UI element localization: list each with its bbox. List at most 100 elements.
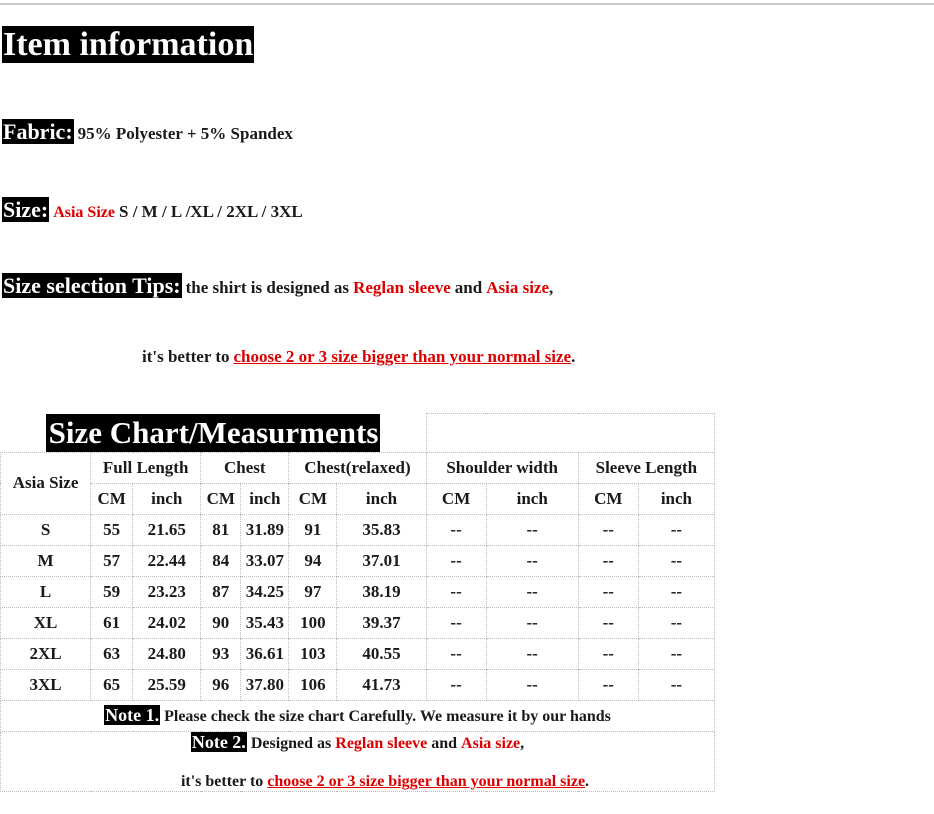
size-label: Size:	[2, 197, 50, 222]
size-tips-line2-suffix: .	[571, 347, 576, 366]
cell-size: 3XL	[0, 668, 92, 701]
size-chart-units-row: CM inch CM inch CM inch CM inch CM inch	[1, 482, 716, 515]
cell-chest-cm: 84	[200, 544, 242, 577]
unit-sleeve-cm: CM	[577, 482, 639, 515]
size-region: Asia Size	[53, 204, 115, 221]
fabric-row: Fabric: 95% Polyester + 5% Spandex	[2, 119, 293, 144]
size-tips-line2-prefix: it's better to	[142, 347, 230, 366]
size-chart-banner-cell: Size Chart/Measurments	[1, 413, 427, 453]
fabric-label: Fabric:	[2, 119, 74, 144]
fabric-value: 95% Polyester + 5% Spandex	[77, 124, 293, 143]
unit-chest-cm: CM	[200, 482, 242, 515]
cell-chest-relaxed-inch: 35.83	[336, 513, 427, 546]
cell-chest-cm: 87	[200, 575, 242, 608]
note-2-highlight-asia: Asia size	[461, 734, 521, 752]
cell-shoulder-inch: --	[485, 544, 579, 577]
cell-sleeve-inch: --	[637, 575, 716, 608]
cell-chest-cm: 93	[200, 637, 242, 670]
page-title-chip: Item information	[2, 26, 255, 63]
cell-full-length-inch: 22.44	[132, 544, 202, 577]
cell-full-length-inch: 25.59	[132, 668, 202, 701]
note-1-text: Please check the size chart Carefully. W…	[164, 708, 611, 726]
cell-full-length-cm: 59	[90, 575, 134, 608]
cell-sleeve-cm: --	[577, 668, 639, 701]
note-1-cell: Note 1. Please check the size chart Caref…	[0, 699, 715, 732]
cell-size: S	[0, 513, 92, 546]
column-header-sleeve-length: Sleeve Length	[577, 451, 716, 484]
cell-full-length-inch: 24.02	[132, 606, 202, 639]
cell-sleeve-cm: --	[577, 513, 639, 546]
cell-chest-relaxed-inch: 41.73	[336, 668, 427, 701]
cell-sleeve-cm: --	[577, 606, 639, 639]
size-tips-highlight-reglan: Reglan sleeve	[353, 278, 451, 297]
page-title: Item information	[2, 26, 255, 64]
cell-sleeve-cm: --	[577, 637, 639, 670]
unit-full-length-inch: inch	[132, 482, 202, 515]
cell-sleeve-inch: --	[637, 544, 716, 577]
cell-chest-cm: 96	[200, 668, 242, 701]
cell-size: 2XL	[0, 637, 92, 670]
note-1-label: Note 1.	[104, 705, 161, 726]
note-2-label: Note 2.	[190, 731, 247, 752]
unit-sleeve-inch: inch	[637, 482, 716, 515]
cell-shoulder-cm: --	[425, 513, 487, 546]
cell-shoulder-cm: --	[425, 575, 487, 608]
cell-chest-inch: 36.61	[240, 637, 290, 670]
cell-shoulder-cm: --	[425, 606, 487, 639]
cell-chest-relaxed-cm: 100	[288, 606, 338, 639]
size-tips-text-1: the shirt is designed as	[185, 278, 350, 297]
cell-chest-inch: 35.43	[240, 606, 290, 639]
cell-chest-inch: 34.25	[240, 575, 290, 608]
note-2-cell: Note 2. Designed as Reglan sleeve and Asia s…	[0, 730, 715, 792]
unit-full-length-cm: CM	[90, 482, 134, 515]
size-tips-highlight-asia: Asia size	[486, 278, 550, 297]
note-2-line2-suffix: .	[585, 772, 590, 790]
cell-full-length-cm: 65	[90, 668, 134, 701]
cell-sleeve-inch: --	[637, 637, 716, 670]
note-2-line2-link[interactable]: choose 2 or 3 size bigger than your norm…	[267, 773, 585, 790]
column-header-chest: Chest	[200, 451, 290, 484]
cell-sleeve-inch: --	[637, 513, 716, 546]
cell-full-length-inch: 23.23	[132, 575, 202, 608]
cell-full-length-inch: 24.80	[132, 637, 202, 670]
cell-sleeve-inch: --	[637, 668, 716, 701]
cell-size: L	[0, 575, 92, 608]
cell-sleeve-inch: --	[637, 606, 716, 639]
cell-shoulder-cm: --	[425, 668, 487, 701]
size-row: Size: Asia Size S / M / L /XL / 2XL / 3XL	[2, 197, 303, 222]
unit-chest-relaxed-cm: CM	[288, 482, 338, 515]
unit-shoulder-inch: inch	[485, 482, 579, 515]
cell-chest-relaxed-cm: 97	[288, 575, 338, 608]
size-chart-banner-spacer	[425, 413, 716, 453]
size-tips-text-2: and	[454, 278, 483, 297]
cell-chest-relaxed-inch: 39.37	[336, 606, 427, 639]
cell-shoulder-cm: --	[425, 544, 487, 577]
table-row: L 59 23.23 87 34.25 97 38.19 -- -- -- --	[0, 575, 716, 608]
cell-sleeve-cm: --	[577, 575, 639, 608]
cell-full-length-cm: 55	[90, 513, 134, 546]
cell-shoulder-inch: --	[485, 606, 579, 639]
size-chart-banner: Size Chart/Measurments	[45, 413, 381, 452]
cell-full-length-cm: 57	[90, 544, 134, 577]
table-row: S 55 21.65 81 31.89 91 35.83 -- -- -- --	[0, 513, 716, 546]
note-2-text-2: and	[431, 734, 458, 752]
note-2-row: Note 2. Designed as Reglan sleeve and Asia s…	[0, 730, 715, 792]
column-header-asia-size: Asia Size	[0, 451, 92, 515]
size-tips-text-3: ,	[549, 278, 554, 297]
size-chart-header-row: Asia Size Full Length Chest Chest(relaxe…	[0, 451, 716, 515]
cell-chest-relaxed-cm: 103	[288, 637, 338, 670]
table-row: M 57 22.44 84 33.07 94 37.01 -- -- -- --	[0, 544, 716, 577]
size-tips-line2-link[interactable]: choose 2 or 3 size bigger than your norm…	[234, 347, 572, 366]
cell-size: M	[0, 544, 92, 577]
top-divider	[0, 3, 934, 5]
size-tips-row: Size selection Tips: the shirt is designe…	[2, 273, 554, 298]
cell-shoulder-inch: --	[485, 513, 579, 546]
table-row: 2XL 63 24.80 93 36.61 103 40.55 -- -- --…	[0, 637, 716, 670]
size-chart-section: Size Chart/Measurments Asia Size Full Le…	[0, 413, 716, 792]
note-2-second-line: it's better to choose 2 or 3 size bigger …	[56, 773, 714, 791]
cell-size: XL	[0, 606, 92, 639]
note-2-highlight-reglan: Reglan sleeve	[335, 734, 428, 752]
size-tips-second-line: it's better to choose 2 or 3 size bigger …	[142, 347, 575, 367]
cell-chest-cm: 90	[200, 606, 242, 639]
column-header-shoulder-width: Shoulder width	[425, 451, 579, 484]
